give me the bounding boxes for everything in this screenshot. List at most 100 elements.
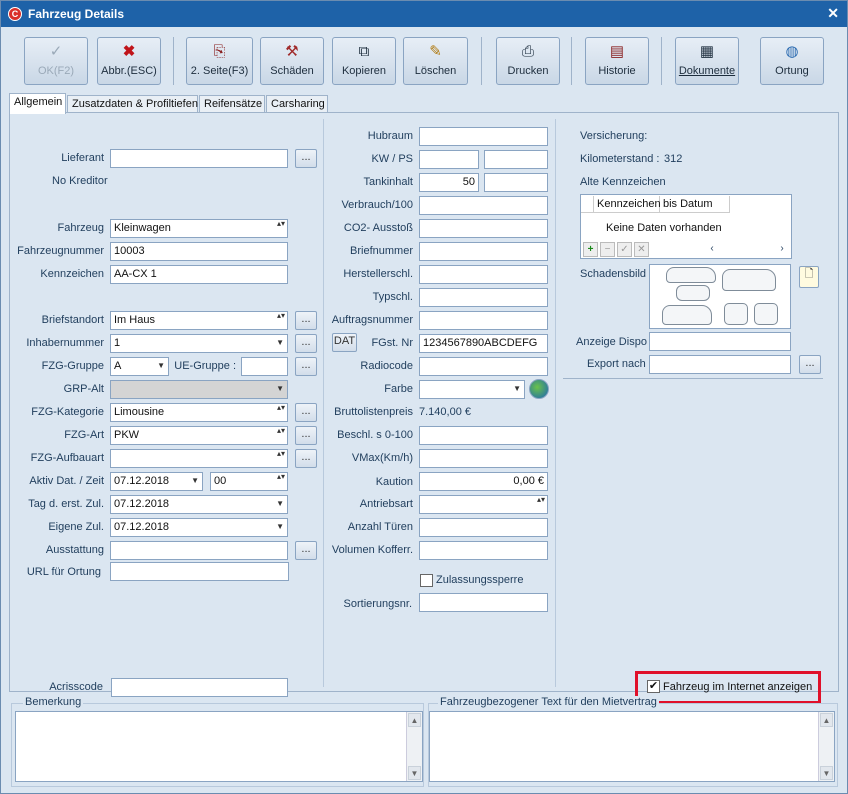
grid-header-bis-datum[interactable]: bis Datum (660, 196, 730, 213)
anzeige-dispo-field[interactable] (649, 332, 791, 351)
acrisscode-field[interactable] (111, 678, 288, 697)
export-nach-field[interactable] (649, 355, 791, 374)
locate-button[interactable]: ◍ Ortung (760, 37, 824, 85)
damage-diagram-image[interactable] (649, 264, 791, 329)
co2-field[interactable] (419, 219, 548, 238)
acrisscode-label: Acrisscode (49, 681, 103, 693)
fzg-aufbauart-select[interactable] (110, 449, 288, 468)
tab-reifensaetze[interactable]: Reifensätze (199, 95, 265, 113)
car-front-view (724, 303, 748, 325)
briefnummer-field[interactable] (419, 242, 548, 261)
scroll-down-icon[interactable]: ▼ (820, 766, 833, 780)
radiocode-label: Radiocode (360, 360, 413, 372)
export-nach-browse-button[interactable]: ... (799, 355, 821, 374)
grid-header-kennzeichen[interactable]: Kennzeichen (594, 196, 661, 213)
cancel-button[interactable]: ✖ Abbr.(ESC) (97, 37, 161, 85)
internet-checkbox[interactable]: ✔ (647, 680, 660, 693)
tankinhalt-field[interactable]: 50 (419, 173, 479, 192)
dat-button[interactable]: DAT (332, 333, 357, 352)
history-button[interactable]: ▤ Historie (585, 37, 649, 85)
kaution-field[interactable]: 0,00 € (419, 472, 548, 491)
tab-zusatzdaten[interactable]: Zusatzdaten & Profiltiefen (67, 95, 198, 113)
remove-row-icon[interactable]: − (600, 242, 615, 257)
close-icon[interactable]: ✕ (827, 5, 839, 22)
beschl-field[interactable] (419, 426, 548, 445)
scroll-left-icon[interactable]: ‹ (705, 242, 719, 257)
tab-carsharing[interactable]: Carsharing (266, 95, 328, 113)
zulassungssperre-checkbox[interactable] (420, 574, 433, 587)
fgst-field[interactable]: 1234567890ABCDEFG (419, 334, 548, 353)
second-page-button[interactable]: ⎘ 2. Seite(F3) (186, 37, 253, 85)
delete-button[interactable]: ✎ Löschen (403, 37, 468, 85)
kilometerstand-label: Kilometerstand : (580, 153, 660, 165)
fahrzeugtext-scrollbar[interactable]: ▲ ▼ (818, 712, 834, 781)
cancel-row-icon[interactable]: ✕ (634, 242, 649, 257)
hubraum-field[interactable] (419, 127, 548, 146)
confirm-row-icon[interactable]: ✓ (617, 242, 632, 257)
scroll-up-icon[interactable]: ▲ (820, 713, 833, 727)
scroll-down-icon[interactable]: ▼ (408, 766, 421, 780)
scroll-right-icon[interactable]: › (775, 242, 789, 257)
damages-button[interactable]: ⚒ Schäden (260, 37, 324, 85)
eigene-zul-picker[interactable]: 07.12.2018 (110, 518, 288, 537)
vmax-field[interactable] (419, 449, 548, 468)
lieferant-field[interactable] (110, 149, 288, 168)
ausstattung-field[interactable] (110, 541, 288, 560)
aktiv-date-picker[interactable]: 07.12.2018 (110, 472, 203, 491)
tag-erst-zul-picker[interactable]: 07.12.2018 (110, 495, 288, 514)
fzg-gruppe-browse-button[interactable]: ... (295, 357, 317, 376)
checkmark-icon: ✓ (49, 43, 63, 60)
ok-button[interactable]: ✓ OK(F2) (24, 37, 88, 85)
verbrauch-field[interactable] (419, 196, 548, 215)
radiocode-field[interactable] (419, 357, 548, 376)
sortierungsnr-field[interactable] (419, 593, 548, 612)
car-top-view (666, 267, 716, 283)
add-row-icon[interactable]: + (583, 242, 598, 257)
alte-kennzeichen-grid[interactable]: Kennzeichen bis Datum Keine Daten vorhan… (580, 194, 792, 259)
typschl-field[interactable] (419, 288, 548, 307)
fzg-kategorie-browse-button[interactable]: ... (295, 403, 317, 422)
kw-field[interactable] (419, 150, 479, 169)
anzahl-tueren-field[interactable] (419, 518, 548, 537)
color-globe-icon[interactable] (529, 379, 549, 399)
fzg-gruppe-select[interactable]: A (110, 357, 169, 376)
inhabernummer-label: Inhabernummer (26, 337, 104, 349)
history-icon: ▤ (609, 43, 625, 60)
briefstandort-browse-button[interactable]: ... (295, 311, 317, 330)
farbe-select[interactable] (419, 380, 525, 399)
briefstandort-select[interactable]: Im Haus (110, 311, 288, 330)
toolbar-separator (571, 37, 572, 85)
antriebsart-select[interactable] (419, 495, 548, 514)
tankinhalt-unit-field[interactable] (484, 173, 548, 192)
inhabernummer-select[interactable]: 1 (110, 334, 288, 353)
fzg-art-select[interactable]: PKW (110, 426, 288, 445)
ue-gruppe-field[interactable] (241, 357, 288, 376)
documents-button[interactable]: ▦ Dokumente (675, 37, 739, 85)
fzg-aufbauart-browse-button[interactable]: ... (295, 449, 317, 468)
scroll-up-icon[interactable]: ▲ (408, 713, 421, 727)
print-button[interactable]: ⎙ Drucken (496, 37, 560, 85)
aktiv-time-field[interactable]: 00 (210, 472, 288, 491)
fahrzeugnummer-field[interactable]: 10003 (110, 242, 288, 261)
inhabernummer-browse-button[interactable]: ... (295, 334, 317, 353)
fzg-art-browse-button[interactable]: ... (295, 426, 317, 445)
lieferant-browse-button[interactable]: ... (295, 149, 317, 168)
ps-field[interactable] (484, 150, 548, 169)
new-document-icon[interactable]: 🗋 (799, 266, 819, 288)
fahrzeugtext-title: Fahrzeugbezogener Text für den Mietvertr… (438, 696, 659, 708)
ausstattung-browse-button[interactable]: ... (295, 541, 317, 560)
grid-empty-message: Keine Daten vorhanden (606, 222, 722, 234)
copy-button[interactable]: ⧉ Kopieren (332, 37, 396, 85)
bemerkung-scrollbar[interactable]: ▲ ▼ (406, 712, 422, 781)
fzg-kategorie-select[interactable]: Limousine (110, 403, 288, 422)
bemerkung-textarea[interactable]: ▲ ▼ (15, 711, 423, 782)
volumen-field[interactable] (419, 541, 548, 560)
fahrzeug-select[interactable]: Kleinwagen (110, 219, 288, 238)
tab-allgemein[interactable]: Allgemein (9, 93, 66, 114)
auftragsnummer-field[interactable] (419, 311, 548, 330)
herstellerschl-field[interactable] (419, 265, 548, 284)
bruttolistenpreis-value: 7.140,00 € (419, 406, 471, 418)
kennzeichen-field[interactable]: AA-CX 1 (110, 265, 288, 284)
url-ortung-field[interactable] (110, 562, 289, 581)
fahrzeugtext-textarea[interactable]: ▲ ▼ (429, 711, 835, 782)
